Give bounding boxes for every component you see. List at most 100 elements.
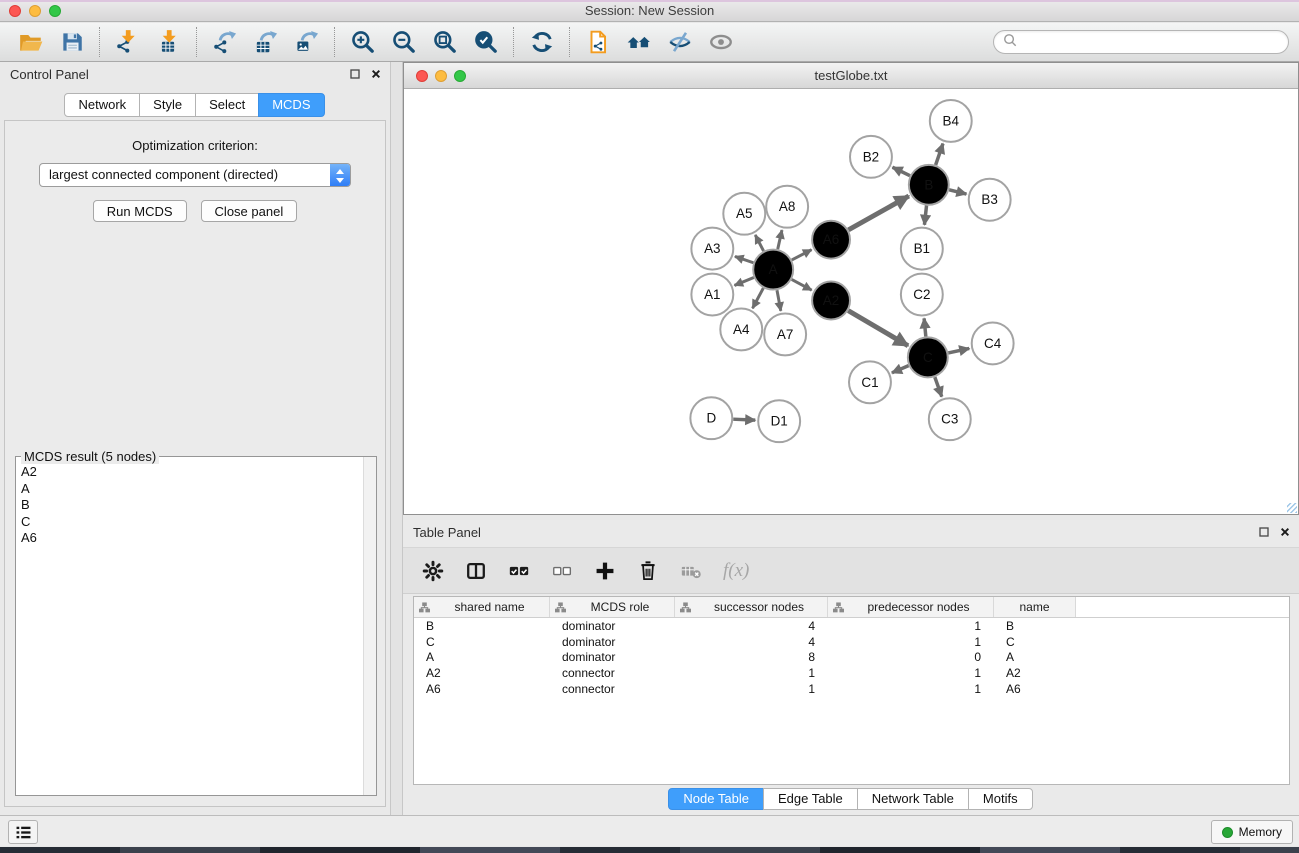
- search-box[interactable]: [993, 30, 1289, 54]
- edge-A-A6[interactable]: [792, 250, 812, 260]
- table-cell[interactable]: 1: [828, 635, 994, 649]
- export-image-button[interactable]: [286, 25, 327, 59]
- table-cell[interactable]: C: [994, 635, 1076, 649]
- table-tab-motifs[interactable]: Motifs: [968, 788, 1033, 810]
- table-cell[interactable]: 0: [828, 650, 994, 664]
- save-session-button[interactable]: [51, 25, 92, 59]
- mcds-result-list[interactable]: A2ABCA6: [16, 460, 362, 795]
- table-row[interactable]: Bdominator41B: [414, 618, 1289, 634]
- table-cell[interactable]: A: [414, 650, 550, 664]
- result-item[interactable]: B: [21, 497, 362, 514]
- table-cell[interactable]: dominator: [550, 635, 675, 649]
- table-cell[interactable]: 1: [828, 666, 994, 680]
- export-table-button[interactable]: [245, 25, 286, 59]
- criterion-dropdown[interactable]: largest connected component (directed): [39, 163, 351, 187]
- run-mcds-button[interactable]: Run MCDS: [93, 200, 187, 222]
- new-network-from-file-button[interactable]: [577, 25, 618, 59]
- refresh-button[interactable]: [521, 25, 562, 59]
- table-row[interactable]: Cdominator41C: [414, 634, 1289, 650]
- result-item[interactable]: C: [21, 514, 362, 531]
- import-network-button[interactable]: [107, 25, 148, 59]
- table-cell[interactable]: B: [414, 619, 550, 633]
- network-canvas[interactable]: AA1A2A3A4A5A6A7A8BB1B2B3B4CC1C2C3C4DD1: [404, 90, 1298, 514]
- tab-mcds[interactable]: MCDS: [258, 93, 324, 117]
- table-cell[interactable]: connector: [550, 666, 675, 680]
- table-cell[interactable]: A: [994, 650, 1076, 664]
- column-header[interactable]: name: [994, 597, 1076, 617]
- hide-graphics-details-button[interactable]: [659, 25, 700, 59]
- tab-select[interactable]: Select: [195, 93, 259, 117]
- result-item[interactable]: A2: [21, 464, 362, 481]
- zoom-out-button[interactable]: [383, 25, 424, 59]
- deselect-all-checkboxes-button[interactable]: [551, 560, 573, 582]
- edge-A-A3[interactable]: [735, 256, 753, 262]
- edge-C-C3[interactable]: [935, 377, 942, 397]
- table-tab-edge-table[interactable]: Edge Table: [763, 788, 858, 810]
- edge-A-A1[interactable]: [734, 278, 753, 286]
- edge-A-A5[interactable]: [755, 235, 763, 251]
- table-cell[interactable]: 8: [675, 650, 828, 664]
- edge-A-A2[interactable]: [792, 279, 812, 290]
- edge-C-C4[interactable]: [948, 348, 969, 353]
- table-row[interactable]: Adominator80A: [414, 650, 1289, 666]
- column-header[interactable]: successor nodes: [675, 597, 828, 617]
- edge-A-A7[interactable]: [777, 290, 781, 311]
- memory-button[interactable]: Memory: [1211, 820, 1293, 844]
- table-cell[interactable]: dominator: [550, 650, 675, 664]
- select-all-checkboxes-button[interactable]: [508, 560, 530, 582]
- table-cell[interactable]: A2: [414, 666, 550, 680]
- add-column-button[interactable]: [594, 560, 616, 582]
- edge-A6-B[interactable]: [848, 196, 908, 230]
- edge-B-B1[interactable]: [924, 206, 926, 225]
- node-table[interactable]: shared nameMCDS rolesuccessor nodesprede…: [413, 596, 1290, 785]
- zoom-fit-button[interactable]: [424, 25, 465, 59]
- edge-C-C1[interactable]: [892, 366, 909, 373]
- tab-style[interactable]: Style: [139, 93, 196, 117]
- network-overview-button[interactable]: [618, 25, 659, 59]
- table-cell[interactable]: 1: [828, 619, 994, 633]
- table-cell[interactable]: B: [994, 619, 1076, 633]
- table-settings-gear-button[interactable]: [422, 560, 444, 582]
- network-window-titlebar[interactable]: testGlobe.txt: [404, 63, 1298, 89]
- result-scrollbar[interactable]: [363, 457, 376, 795]
- edge-B-B4[interactable]: [936, 144, 943, 165]
- edge-B-B2[interactable]: [893, 167, 910, 175]
- float-panel-icon[interactable]: [349, 68, 361, 80]
- table-cell[interactable]: 4: [675, 635, 828, 649]
- edge-D-D1[interactable]: [733, 419, 755, 420]
- table-cell[interactable]: 1: [675, 666, 828, 680]
- close-table-panel-icon[interactable]: [1279, 526, 1291, 538]
- column-header[interactable]: predecessor nodes: [828, 597, 994, 617]
- column-header[interactable]: MCDS role: [550, 597, 675, 617]
- table-row[interactable]: A6connector11A6: [414, 681, 1289, 697]
- edge-A-A8[interactable]: [778, 230, 782, 249]
- table-cell[interactable]: A2: [994, 666, 1076, 680]
- export-network-button[interactable]: [204, 25, 245, 59]
- table-cell[interactable]: 4: [675, 619, 828, 633]
- show-columns-button[interactable]: [465, 560, 487, 582]
- zoom-selected-button[interactable]: [465, 25, 506, 59]
- search-input[interactable]: [1022, 35, 1279, 50]
- panel-split-divider[interactable]: [390, 62, 403, 815]
- column-header[interactable]: shared name: [414, 597, 550, 617]
- result-item[interactable]: A6: [21, 530, 362, 547]
- edge-A2-C[interactable]: [848, 311, 908, 346]
- import-table-button[interactable]: [148, 25, 189, 59]
- table-cell[interactable]: dominator: [550, 619, 675, 633]
- show-graphics-details-button[interactable]: [700, 25, 741, 59]
- zoom-in-button[interactable]: [342, 25, 383, 59]
- network-graph[interactable]: AA1A2A3A4A5A6A7A8BB1B2B3B4CC1C2C3C4DD1: [404, 90, 1298, 514]
- table-cell[interactable]: 1: [828, 682, 994, 696]
- edge-C-C2[interactable]: [924, 318, 926, 336]
- edge-B-B3[interactable]: [949, 190, 966, 194]
- delete-columns-button[interactable]: [637, 560, 659, 582]
- table-row[interactable]: A2connector11A2: [414, 665, 1289, 681]
- task-history-button[interactable]: [8, 820, 38, 844]
- table-cell[interactable]: C: [414, 635, 550, 649]
- window-resize-grip[interactable]: [1287, 503, 1297, 513]
- table-cell[interactable]: A6: [414, 682, 550, 696]
- close-panel-button[interactable]: Close panel: [201, 200, 298, 222]
- table-cell[interactable]: A6: [994, 682, 1076, 696]
- close-panel-icon[interactable]: [370, 68, 382, 80]
- open-session-button[interactable]: [10, 25, 51, 59]
